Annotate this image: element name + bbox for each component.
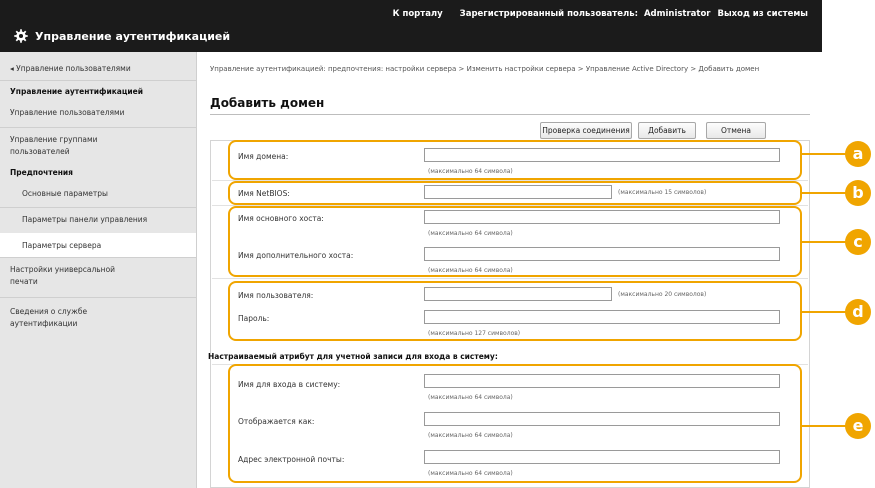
callout-badge-d: d <box>845 299 871 325</box>
page-title: Добавить домен <box>210 96 325 110</box>
callout-connector-d <box>802 311 848 313</box>
row-divider <box>212 278 808 279</box>
callout-badge-a: a <box>845 141 871 167</box>
sidebar-item-auth-service-info[interactable]: Сведения о службе аутентификации <box>0 306 120 330</box>
callout-group-a <box>228 140 802 180</box>
callout-group-e <box>228 364 802 483</box>
sidebar-divider <box>0 207 196 208</box>
gear-icon <box>14 29 28 43</box>
top-nav: К порталу Зарегистрированный пользовател… <box>383 9 808 19</box>
title-divider <box>210 114 810 115</box>
sidebar-divider <box>0 80 196 81</box>
callout-group-c <box>228 206 802 277</box>
cancel-button[interactable]: Отмена <box>706 122 766 139</box>
app-title-text: Управление аутентификацией <box>35 29 231 43</box>
sidebar: ◂ Управление пользователями Управление а… <box>0 52 197 488</box>
sidebar-item-panel-settings[interactable]: Параметры панели управления <box>0 214 196 226</box>
sidebar-item-auth-management[interactable]: Управление аутентификацией <box>0 86 196 98</box>
app-title: Управление аутентификацией <box>14 29 230 43</box>
callout-group-d <box>228 281 802 341</box>
check-connection-button[interactable]: Проверка соединения <box>540 122 632 139</box>
sidebar-item-server-settings[interactable]: Параметры сервера <box>0 240 196 252</box>
top-bar: К порталу Зарегистрированный пользовател… <box>0 0 822 52</box>
sidebar-item-preferences: Предпочтения <box>10 168 73 177</box>
sidebar-back-link[interactable]: ◂ Управление пользователями <box>0 63 196 75</box>
sidebar-divider <box>0 257 196 258</box>
callout-group-b <box>228 181 802 205</box>
callout-connector-c <box>802 241 848 243</box>
sidebar-item-basic-settings[interactable]: Основные параметры <box>0 188 196 200</box>
logout-link[interactable]: Выход из системы <box>717 9 808 19</box>
login-attributes-heading: Настраиваемый атрибут для учетной записи… <box>208 352 498 361</box>
logged-in-user-name: Administrator <box>643 9 711 19</box>
sidebar-item-universal-print[interactable]: Настройки универсальной печати <box>0 264 140 288</box>
callout-badge-c: c <box>845 229 871 255</box>
sidebar-divider <box>0 297 196 298</box>
callout-connector-b <box>802 192 848 194</box>
portal-link[interactable]: К порталу <box>393 9 443 19</box>
breadcrumb: Управление аутентификацией: предпочтения… <box>210 65 760 73</box>
add-button[interactable]: Добавить <box>638 122 696 139</box>
callout-connector-e <box>802 425 848 427</box>
sidebar-divider <box>0 127 196 128</box>
callout-connector-a <box>802 153 848 155</box>
sidebar-item-group-management[interactable]: Управление группами пользователей <box>0 134 120 158</box>
sidebar-item-user-management[interactable]: Управление пользователями <box>0 107 196 119</box>
logged-in-user-label: Зарегистрированный пользователь: <box>459 9 638 19</box>
callout-badge-b: b <box>845 180 871 206</box>
callout-badge-e: e <box>845 413 871 439</box>
